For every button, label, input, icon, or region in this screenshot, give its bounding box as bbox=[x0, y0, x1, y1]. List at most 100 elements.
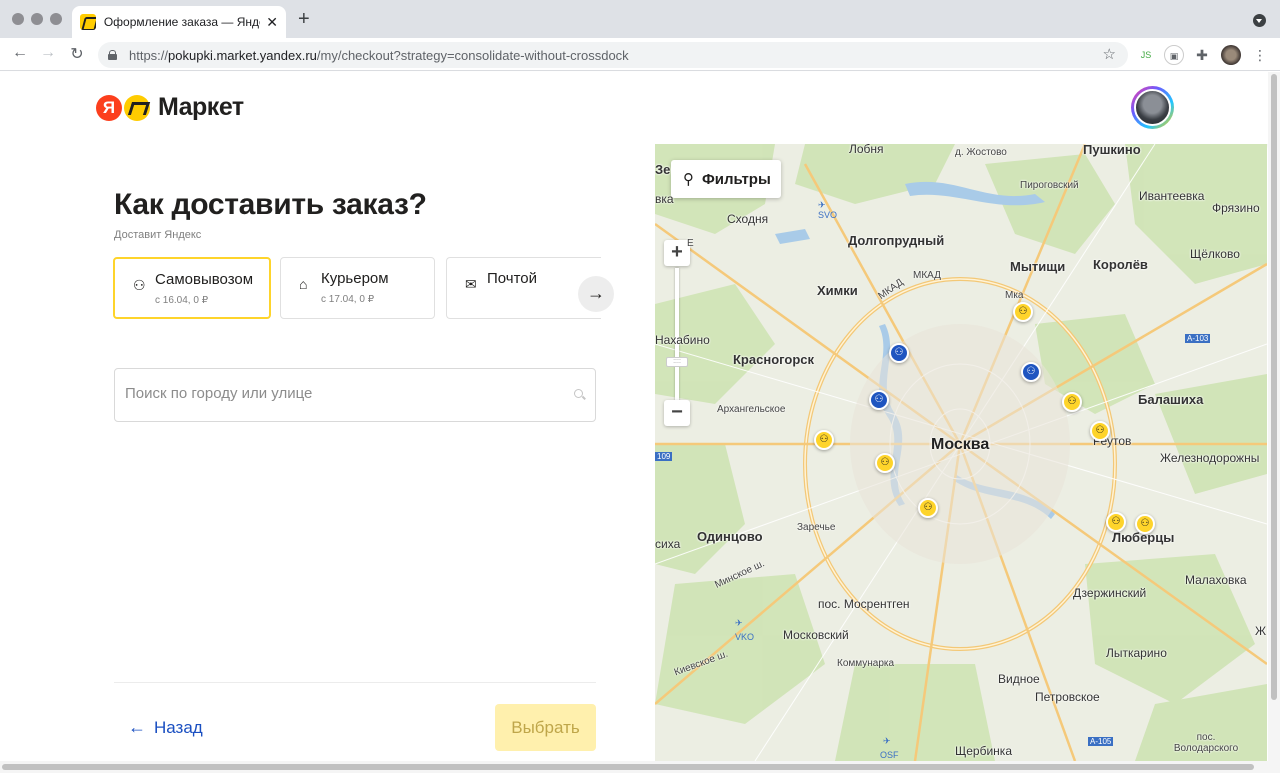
map-label: Нахабино bbox=[655, 333, 710, 347]
vertical-scrollbar[interactable] bbox=[1268, 72, 1280, 762]
page-header: Я Маркет bbox=[0, 72, 1268, 144]
map-label: Красногорск bbox=[733, 352, 814, 367]
address-search-field[interactable] bbox=[114, 368, 596, 422]
pickup-point-pin[interactable]: ⚇ bbox=[875, 453, 895, 473]
map-label: Химки bbox=[817, 283, 858, 298]
map-label: сиха bbox=[655, 537, 681, 551]
filters-icon: ⚲ bbox=[683, 171, 694, 188]
pickup-point-pin[interactable]: ⚇ bbox=[1106, 512, 1126, 532]
forward-arrow-icon[interactable]: → bbox=[38, 44, 58, 62]
road-badge: 109 bbox=[655, 452, 673, 461]
map-label: Щёлково bbox=[1190, 247, 1240, 261]
scrollbar-thumb[interactable] bbox=[2, 764, 1254, 770]
mailbox-icon: ✉ bbox=[465, 276, 477, 292]
option-label: Курьером bbox=[321, 270, 389, 287]
new-tab-button[interactable]: + bbox=[298, 9, 310, 29]
window-zoom-button[interactable] bbox=[50, 13, 62, 25]
back-arrow-icon[interactable]: ← bbox=[10, 44, 30, 62]
pickup-map[interactable]: ⚲ Фильтры + :::: − Лобня д. Жостово Пушк… bbox=[655, 144, 1267, 761]
window-minimize-button[interactable] bbox=[31, 13, 43, 25]
map-label: Ж bbox=[1255, 624, 1267, 638]
search-icon bbox=[574, 389, 583, 398]
tab-title: Оформление заказа — Яндекс bbox=[103, 15, 261, 29]
extensions-puzzle-icon[interactable]: ✚ bbox=[1192, 45, 1212, 65]
map-label: д. Жостово bbox=[955, 147, 1007, 158]
map-label: Сходня bbox=[727, 212, 769, 226]
option-label: Почтой bbox=[487, 270, 538, 287]
user-avatar[interactable] bbox=[1131, 86, 1174, 129]
airport-icon: ✈ bbox=[735, 618, 743, 628]
lock-icon bbox=[108, 50, 117, 60]
yandex-market-logo[interactable]: Я Маркет bbox=[96, 93, 244, 122]
pickup-point-pin[interactable]: ⚇ bbox=[1013, 302, 1033, 322]
map-label: Железнодорожны bbox=[1160, 451, 1260, 465]
map-label: Московский bbox=[783, 628, 849, 642]
choose-button[interactable]: Выбрать bbox=[495, 704, 596, 751]
map-label: Одинцово bbox=[697, 529, 763, 544]
back-button[interactable]: ← Назад bbox=[128, 717, 203, 738]
map-label: Щербинка bbox=[955, 744, 1012, 758]
option-sub: с 16.04, 0 ₽ bbox=[155, 295, 209, 306]
map-label: Зе bbox=[655, 162, 671, 177]
tab-close-icon[interactable]: ✕ bbox=[266, 14, 278, 31]
pickup-point-pin[interactable]: ⚇ bbox=[1135, 514, 1155, 534]
pickup-point-pin[interactable]: ⚇ bbox=[814, 430, 834, 450]
map-label: Пироговский bbox=[1020, 180, 1079, 191]
map-label: пос. Володарского bbox=[1173, 732, 1239, 754]
browser-tab[interactable]: Оформление заказа — Яндекс ✕ bbox=[72, 6, 286, 38]
map-label: Москва bbox=[931, 436, 990, 453]
map-label: Ивантеевка bbox=[1139, 189, 1205, 203]
option-sub: с 17.04, 0 ₽ bbox=[321, 294, 375, 305]
yandex-logo-icon: Я bbox=[96, 94, 122, 121]
pickup-point-pin[interactable]: ⚇ bbox=[869, 390, 889, 410]
delivered-by-text: Доставит Яндекс bbox=[114, 229, 202, 241]
delivery-option-courier[interactable]: ⌂ Курьером с 17.04, 0 ₽ bbox=[280, 257, 435, 319]
extension-translate-icon[interactable]: ▣ bbox=[1164, 45, 1184, 65]
bookmark-star-icon[interactable]: ☆ bbox=[1103, 45, 1116, 63]
pickup-icon: ⚇ bbox=[133, 277, 146, 293]
option-label: Самовывозом bbox=[155, 271, 254, 288]
profile-avatar-icon[interactable] bbox=[1221, 45, 1241, 65]
map-label: Е bbox=[687, 238, 694, 249]
map-label: Архангельское bbox=[717, 404, 786, 415]
logo-word: Маркет bbox=[158, 93, 244, 121]
airport-icon: ✈ bbox=[883, 736, 891, 746]
map-label: Пушкино bbox=[1083, 144, 1141, 157]
map-label: Коммунарка bbox=[837, 658, 895, 669]
map-label: Балашиха bbox=[1138, 392, 1204, 407]
address-bar[interactable]: https://pokupki.market.yandex.ru/my/chec… bbox=[98, 42, 1128, 68]
page-title: Как доставить заказ? bbox=[114, 188, 427, 221]
filters-label: Фильтры bbox=[702, 170, 771, 188]
pickup-point-pin[interactable]: ⚇ bbox=[889, 343, 909, 363]
browser-menu-icon[interactable]: ⋮ bbox=[1250, 45, 1270, 65]
map-label: Мытищи bbox=[1010, 259, 1066, 274]
reload-icon[interactable]: ↻ bbox=[67, 44, 87, 64]
address-search-input[interactable] bbox=[125, 385, 565, 402]
map-label: Долгопрудный bbox=[848, 233, 945, 248]
scrollbar-thumb[interactable] bbox=[1271, 74, 1277, 700]
map-label: пос. Мосрентген bbox=[818, 597, 910, 611]
browser-tab-bar: Оформление заказа — Яндекс ✕ + bbox=[0, 0, 1280, 38]
options-next-arrow-button[interactable]: → bbox=[578, 276, 614, 312]
footer-divider bbox=[114, 682, 596, 683]
extension-js-icon[interactable]: JS bbox=[1136, 45, 1156, 65]
pickup-point-pin[interactable]: ⚇ bbox=[1090, 421, 1110, 441]
pickup-point-pin[interactable]: ⚇ bbox=[1021, 362, 1041, 382]
map-filters-button[interactable]: ⚲ Фильтры bbox=[671, 160, 781, 198]
delivery-option-pickup[interactable]: ⚇ Самовывозом с 16.04, 0 ₽ bbox=[113, 257, 271, 319]
map-label: Королёв bbox=[1093, 257, 1148, 272]
map-label: VKO bbox=[735, 632, 755, 642]
road-badge: А-103 bbox=[1185, 334, 1211, 343]
pickup-point-pin[interactable]: ⚇ bbox=[918, 498, 938, 518]
pickup-point-pin[interactable]: ⚇ bbox=[1062, 392, 1082, 412]
map-label: OSF bbox=[880, 750, 899, 760]
zoom-out-button[interactable]: − bbox=[664, 400, 690, 426]
tab-search-icon[interactable] bbox=[1253, 14, 1266, 27]
map-label: Мка bbox=[1005, 290, 1024, 301]
zoom-handle[interactable]: :::: bbox=[666, 357, 688, 367]
window-close-button[interactable] bbox=[12, 13, 24, 25]
map-label: Видное bbox=[998, 672, 1040, 686]
horizontal-scrollbar[interactable] bbox=[0, 761, 1280, 773]
map-label: Лыткарино bbox=[1106, 646, 1167, 660]
arrow-left-icon: ← bbox=[128, 717, 146, 737]
